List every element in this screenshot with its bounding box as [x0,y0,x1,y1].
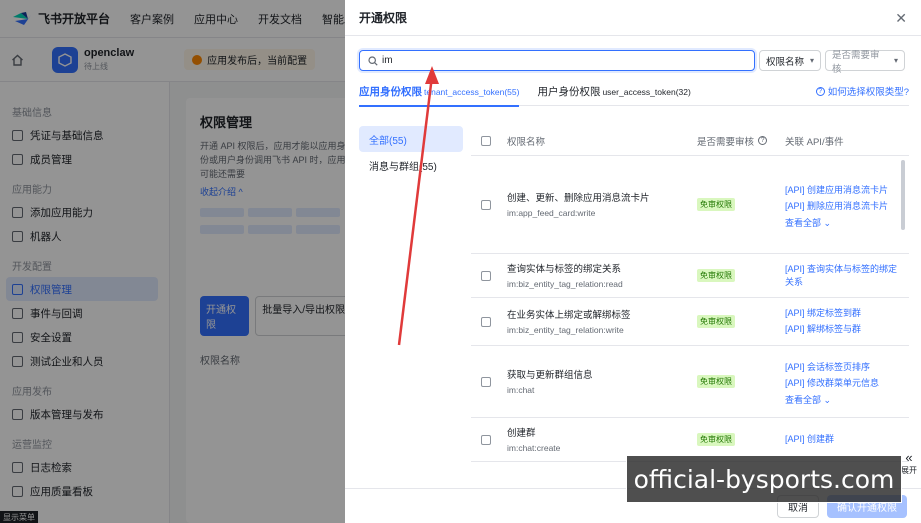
api-link[interactable]: [API] 创建应用消息流卡片 [785,184,905,197]
close-icon[interactable]: ✕ [895,11,907,25]
select-need-review[interactable]: 是否需要审核 ▾ [825,50,906,75]
question-icon: ? [758,136,768,145]
api-link[interactable]: [API] 解绑标签与群 [785,323,905,336]
category-item[interactable]: 消息与群组(55) [359,152,463,178]
status-badge: 免审权限 [697,433,735,446]
drawer-title: 开通权限 [359,11,408,25]
open-permission-drawer: 开通权限 ✕ 权限名称▾ 是否需要审核▾ 应用身份权限tenant_access… [345,0,921,523]
permission-title: 创建群 [507,427,536,439]
table-row: 查询实体与标签的绑定关系 im:biz_entity_tag_relation:r… [471,254,909,298]
header-need-review: 是否需要审核? [697,134,785,148]
table-row: 创建、更新、删除应用消息流卡片 im:app_feed_card:write 免审权… [471,156,909,254]
view-all-link[interactable]: 查看全部 ⌄ [785,216,905,229]
row-checkbox[interactable] [481,199,491,210]
status-badge: 免审权限 [697,315,735,328]
row-checkbox[interactable] [481,376,491,387]
view-all-link[interactable]: 查看全部 ⌄ [785,393,905,406]
permission-code: im:chat [507,384,535,395]
status-badge: 免审权限 [697,198,735,211]
api-link[interactable]: [API] 绑定标签到群 [785,307,905,320]
header-related-api: 关联 API/事件 [785,136,844,148]
chevron-down-icon: ▾ [810,56,815,65]
api-link[interactable]: [API] 会话标签页排序 [785,361,905,374]
search-input[interactable] [382,55,722,66]
question-icon: ? [815,86,825,96]
permission-code: im:biz_entity_tag_relation:read [507,278,623,289]
permission-title: 获取与更新群组信息 [507,369,593,381]
select-all-checkbox[interactable] [481,135,491,146]
category-item[interactable]: 全部(55) [359,126,463,152]
row-checkbox[interactable] [481,316,491,327]
row-checkbox[interactable] [481,270,491,281]
table-row: 获取与更新群组信息 im:chat 免审权限 [API] 会话标签页排序 [API] 修… [471,346,909,418]
row-checkbox[interactable] [481,434,491,445]
permission-code: im:app_feed_card:write [507,207,596,218]
scrollbar[interactable] [901,160,905,230]
watermark: official-bysports.com [626,455,902,503]
category-list: 全部(55) 消息与群组(55) [359,126,463,178]
chevron-down-icon: ▾ [894,56,899,65]
api-link[interactable]: [API] 删除应用消息流卡片 [785,200,905,213]
status-badge: 免审权限 [697,375,735,388]
select-permission-name[interactable]: 权限名称 ▾ [759,50,822,71]
permission-code: im:biz_entity_tag_relation:write [507,324,624,335]
header-permission-name: 权限名称 [507,136,546,148]
api-link[interactable]: [API] 修改群菜单元信息 [785,377,905,390]
tab-user-identity[interactable]: 用户身份权限 user_access_token(32) [537,84,690,105]
search-field[interactable] [359,50,755,71]
permission-table: 权限名称 是否需要审核? 关联 API/事件 创建、更新、删除应用消息流卡片 im… [471,126,909,466]
permission-title: 查询实体与标签的绑定关系 [507,263,622,275]
permission-code: im:chat:create [507,442,561,453]
help-link[interactable]: ? 如何选择权限类型? [815,84,909,98]
tab-app-identity[interactable]: 应用身份权限 tenant_access_token(55) [359,84,520,107]
api-link[interactable]: [API] 查询实体与标签的绑定关系 [785,263,905,289]
table-header-row: 权限名称 是否需要审核? 关联 API/事件 [471,126,909,156]
api-link[interactable]: [API] 创建群 [785,433,905,446]
table-row: 在业务实体上绑定或解绑标签 im:biz_entity_tag_relation:… [471,298,909,346]
permission-title: 创建、更新、删除应用消息流卡片 [507,192,650,204]
permission-title: 在业务实体上绑定或解绑标签 [507,309,631,321]
search-icon [368,55,378,66]
status-badge: 免审权限 [697,269,735,282]
identity-tabs: 应用身份权限 tenant_access_token(55) 用户身份权限 user… [359,84,909,107]
